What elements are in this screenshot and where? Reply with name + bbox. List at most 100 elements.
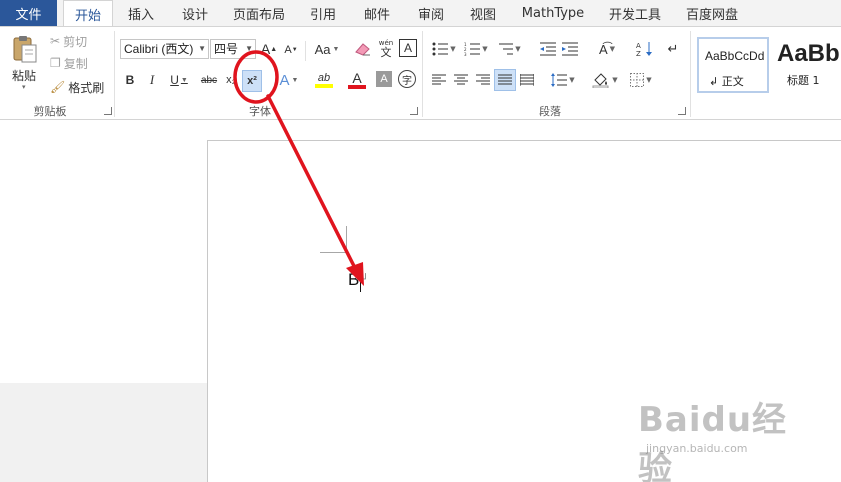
tab-file[interactable]: 文件: [0, 0, 57, 26]
tab-home[interactable]: 开始: [63, 0, 113, 27]
paragraph-mark: ↲: [359, 271, 369, 284]
show-hide-marks-button[interactable]: ↵: [664, 39, 682, 59]
font-size-combo[interactable]: 四号 ▼: [210, 39, 256, 59]
multilevel-list-button[interactable]: ▼: [494, 39, 524, 59]
tab-page-layout[interactable]: 页面布局: [227, 0, 291, 26]
paste-label[interactable]: 粘贴: [12, 67, 36, 84]
decrease-indent-button[interactable]: [538, 39, 558, 59]
bullets-button[interactable]: ▼: [430, 39, 458, 59]
justify-button[interactable]: [494, 69, 516, 91]
text-effects-button[interactable]: A ▼: [276, 71, 302, 89]
baidu-watermark: Baidu经验 jingyan.baidu.com: [638, 392, 818, 482]
format-painter-button[interactable]: 🖌 格式刷: [50, 79, 108, 95]
bold-button[interactable]: B: [122, 71, 138, 89]
style-normal-label: ↲ 正文: [709, 75, 744, 88]
align-icon: [520, 74, 534, 86]
chevron-down-icon: ▼: [646, 76, 652, 84]
line-spacing-button[interactable]: ▼: [548, 70, 578, 90]
character-shading-button[interactable]: A: [376, 71, 392, 87]
chevron-down-icon: ▼: [569, 76, 575, 84]
indent-icon: [562, 42, 578, 56]
chevron-down-icon: ▼: [450, 45, 456, 53]
style-heading-1[interactable]: AaBb 标题 1: [770, 37, 841, 93]
subscript-button[interactable]: x₂: [222, 71, 240, 89]
style-heading-label: 标题 1: [787, 74, 820, 87]
change-case-icon: Aa: [314, 41, 331, 57]
watermark-logo: Baidu经验: [638, 400, 788, 482]
tab-references[interactable]: 引用: [300, 0, 346, 26]
font-launcher-icon[interactable]: [410, 107, 418, 115]
chevron-down-icon: ▼: [291, 76, 299, 84]
font-color-button[interactable]: A: [342, 69, 372, 91]
tab-insert[interactable]: 插入: [118, 0, 164, 26]
borders-button[interactable]: ▼: [626, 70, 656, 90]
tab-view[interactable]: 视图: [460, 0, 506, 26]
grow-font-button[interactable]: A ▲: [260, 39, 278, 59]
align-icon: [432, 74, 446, 85]
numbering-button[interactable]: 1 2 3 ▼: [462, 39, 490, 59]
italic-button[interactable]: I: [144, 71, 160, 89]
underline-icon: U: [170, 73, 179, 87]
shading-button[interactable]: ▼: [590, 70, 620, 90]
underline-button[interactable]: U ▼: [166, 71, 192, 89]
numbering-icon: 123: [464, 42, 481, 56]
tab-mathtype[interactable]: MathType: [516, 0, 590, 26]
paragraph-launcher-icon[interactable]: [678, 107, 686, 115]
chevron-down-icon: ▼: [612, 76, 618, 84]
paragraph-group-label: 段落: [539, 105, 561, 118]
distributed-button[interactable]: [518, 71, 536, 89]
phonetic-guide-button[interactable]: wén 文: [376, 37, 396, 59]
chevron-down-icon: ▼: [332, 45, 340, 53]
tab-developer[interactable]: 开发工具: [603, 0, 667, 26]
font-name-combo[interactable]: Calibri (西文) ▼: [120, 39, 209, 59]
eraser-icon: [355, 43, 370, 56]
copy-label: 复制: [63, 56, 88, 71]
brush-icon: 🖌: [50, 80, 66, 94]
superscript-button[interactable]: x²: [242, 70, 262, 92]
tab-baidu-netdisk[interactable]: 百度网盘: [680, 0, 744, 26]
paste-icon: [13, 36, 37, 63]
style-normal-preview: AaBbCcDd: [705, 49, 765, 63]
grow-font-icon: A: [260, 41, 271, 57]
tab-design[interactable]: 设计: [172, 0, 218, 26]
increase-indent-button[interactable]: [560, 39, 580, 59]
character-border-button[interactable]: A: [399, 39, 417, 57]
align-left-button[interactable]: [430, 71, 448, 89]
strikethrough-button[interactable]: abc: [198, 71, 220, 89]
enclose-characters-button[interactable]: 字: [398, 70, 416, 88]
svg-text:Z: Z: [636, 50, 641, 57]
copy-button[interactable]: ❐ 复制: [50, 55, 98, 71]
watermark-url: jingyan.baidu.com: [646, 442, 748, 455]
align-icon: [498, 74, 512, 85]
highlight-icon: ab: [317, 72, 331, 84]
line-spacing-icon: [551, 73, 568, 87]
style-normal[interactable]: AaBbCcDd ↲ 正文: [697, 37, 769, 93]
highlight-button[interactable]: ab: [308, 69, 340, 91]
chinese-layout-button[interactable]: A͡ ▼: [592, 39, 622, 59]
align-icon: [454, 74, 468, 85]
font-color-swatch: [348, 85, 366, 89]
paste-button[interactable]: [8, 33, 42, 65]
shrink-font-button[interactable]: A ▼: [282, 41, 300, 59]
change-case-button[interactable]: Aa ▼: [312, 39, 342, 59]
clipboard-launcher-icon[interactable]: [104, 107, 112, 115]
text-effects-icon: A: [279, 71, 290, 89]
sort-button[interactable]: AZ: [634, 39, 656, 59]
cut-button[interactable]: ✂ 剪切: [50, 33, 98, 49]
clear-format-button[interactable]: [352, 39, 374, 59]
chevron-down-icon: ▼: [609, 45, 616, 53]
align-right-button[interactable]: [474, 71, 492, 89]
document-text[interactable]: B: [348, 270, 359, 290]
tab-mailings[interactable]: 邮件: [354, 0, 400, 26]
tab-review[interactable]: 审阅: [408, 0, 454, 26]
borders-icon: [630, 73, 645, 87]
cut-label: 剪切: [63, 34, 88, 49]
chevron-down-icon: ▼: [198, 44, 206, 53]
clipboard-group-label: 剪贴板: [33, 105, 67, 118]
highlight-swatch: [315, 84, 333, 88]
align-center-button[interactable]: [452, 71, 470, 89]
bullets-icon: [432, 42, 449, 56]
paste-dropdown-icon[interactable]: ▾: [22, 83, 26, 91]
chevron-down-icon: ▼: [515, 45, 521, 53]
copy-icon: ❐: [50, 56, 61, 70]
